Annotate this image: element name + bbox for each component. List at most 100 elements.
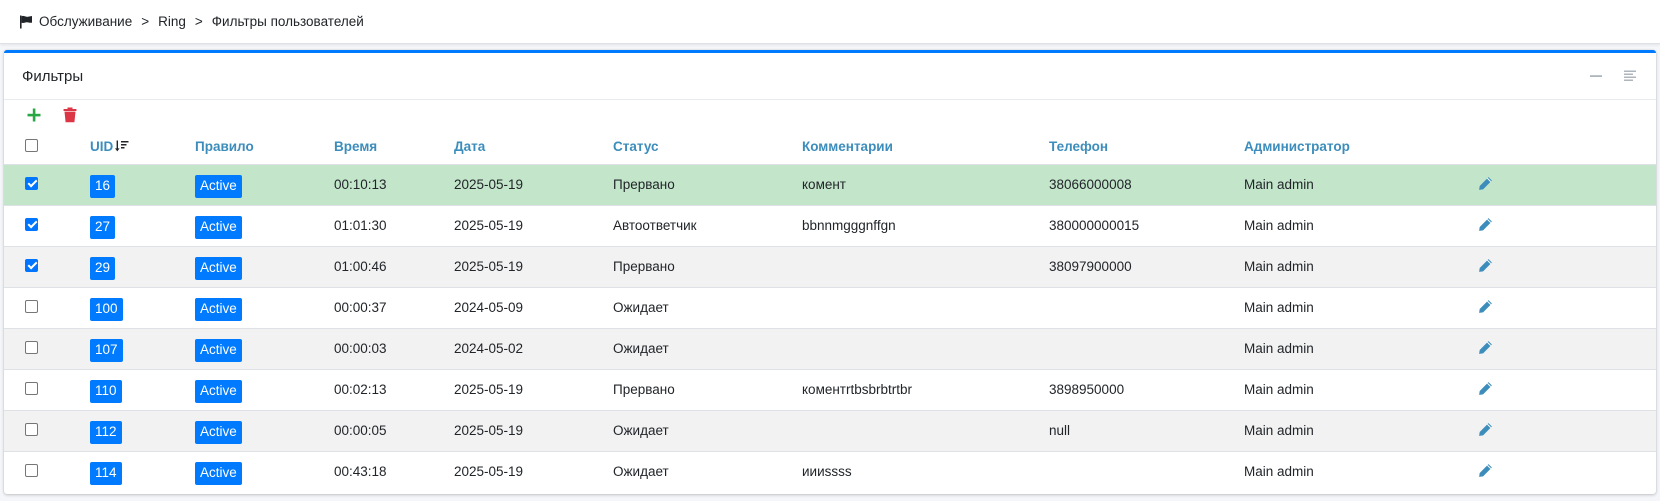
cell-phone: 38097900000 [1049, 259, 1132, 274]
cell-time: 00:00:05 [334, 423, 387, 438]
cell-admin: Main admin [1244, 259, 1314, 274]
pencil-icon[interactable] [1478, 381, 1494, 397]
row-checkbox[interactable] [25, 258, 38, 272]
cell-comment: bbnnmgggnffgn [802, 218, 896, 233]
cell-admin: Main admin [1244, 382, 1314, 397]
table-row[interactable]: 100 Active 00:00:37 2024-05-09 Ожидает Main a… [4, 286, 1656, 328]
rule-badge: Active [195, 216, 242, 239]
pencil-icon[interactable] [1478, 463, 1494, 479]
pencil-icon[interactable] [1478, 340, 1494, 356]
cell-phone: null [1049, 423, 1071, 438]
cell-time: 01:00:46 [334, 259, 387, 274]
uid-badge: 112 [90, 421, 122, 444]
cell-date: 2025-05-19 [454, 218, 524, 233]
cell-status: Ожидает [613, 300, 669, 315]
table-header-row: UID Правило Время Дата Статус Комментари… [4, 130, 1656, 164]
cell-date: 2025-05-19 [454, 259, 524, 274]
pencil-icon[interactable] [1478, 217, 1494, 233]
rule-badge: Active [195, 339, 242, 362]
card-header: Фильтры [4, 53, 1656, 100]
cell-comment: иииssss [802, 464, 852, 480]
cell-time: 00:00:03 [334, 341, 387, 356]
uid-badge: 114 [90, 462, 122, 486]
rule-badge: Active [195, 298, 242, 321]
breadcrumb-item-user-filters: Фильтры пользователей [211, 14, 364, 29]
table-row[interactable]: 27 Active 01:01:30 2025-05-19 Автоответчик bb… [4, 204, 1656, 246]
minus-icon[interactable] [1588, 68, 1604, 84]
cell-admin: Main admin [1244, 177, 1314, 192]
filters-table: UID Правило Время Дата Статус Комментари… [4, 130, 1656, 492]
row-checkbox[interactable] [25, 463, 38, 477]
column-header-administrator[interactable]: Администратор [1244, 130, 1475, 164]
cell-time: 01:01:30 [334, 218, 387, 233]
column-header-date[interactable]: Дата [454, 130, 613, 164]
cell-time: 00:10:13 [334, 177, 387, 192]
sort-desc-icon[interactable] [115, 140, 129, 155]
rule-badge: Active [195, 257, 242, 280]
pencil-icon[interactable] [1478, 422, 1494, 438]
row-checkbox[interactable] [25, 299, 38, 313]
row-checkbox[interactable] [25, 176, 38, 190]
column-header-comments[interactable]: Комментарии [802, 130, 1049, 164]
table-row[interactable]: 107 Active 00:00:03 2024-05-02 Ожидает Main a… [4, 327, 1656, 369]
trash-icon[interactable] [62, 106, 78, 124]
row-checkbox[interactable] [25, 381, 38, 395]
cell-admin: Main admin [1244, 300, 1314, 315]
breadcrumb: Обслуживание > Ring > Фильтры пользовате… [0, 0, 1660, 44]
cell-status: Прервано [613, 259, 675, 274]
table-row[interactable]: 16 Active 00:10:13 2025-05-19 Прервано комент… [4, 163, 1656, 205]
uid-badge: 100 [90, 298, 123, 321]
table-row[interactable]: 110 Active 00:02:13 2025-05-19 Прервано комен… [4, 368, 1656, 410]
rule-badge: Active [195, 421, 242, 444]
plus-icon[interactable] [26, 106, 42, 124]
breadcrumb-separator: > [141, 14, 150, 29]
breadcrumb-separator: > [194, 14, 203, 29]
column-header-status[interactable]: Статус [613, 130, 802, 164]
column-header-rule[interactable]: Правило [195, 130, 334, 164]
cell-status: Ожидает [613, 341, 669, 356]
cell-admin: Main admin [1244, 423, 1314, 438]
column-header-time[interactable]: Время [334, 130, 454, 164]
cell-phone: 3898950000 [1049, 382, 1125, 397]
row-checkbox[interactable] [25, 340, 38, 354]
breadcrumb-item-ring[interactable]: Ring [158, 14, 186, 29]
uid-badge: 27 [90, 216, 116, 239]
uid-badge: 110 [90, 380, 122, 403]
cell-status: Ожидает [613, 423, 669, 438]
pencil-icon[interactable] [1478, 176, 1494, 192]
row-checkbox[interactable] [25, 217, 38, 231]
uid-badge: 16 [90, 175, 116, 198]
breadcrumb-item-service[interactable]: Обслуживание [39, 14, 132, 29]
flag-icon [19, 14, 34, 29]
uid-badge: 107 [90, 339, 123, 362]
rule-badge: Active [195, 462, 242, 486]
cell-time: 00:02:13 [334, 382, 387, 397]
cell-time: 00:43:18 [334, 464, 387, 480]
cell-admin: Main admin [1244, 341, 1314, 356]
cell-admin: Main admin [1244, 464, 1314, 480]
cell-phone: 380000000015 [1049, 218, 1140, 233]
rule-badge: Active [195, 175, 242, 198]
card-tools [1588, 68, 1638, 84]
cell-date: 2025-05-19 [454, 423, 524, 438]
column-header-phone[interactable]: Телефон [1049, 130, 1244, 164]
cell-time: 00:00:37 [334, 300, 387, 315]
cell-phone: 38066000008 [1049, 177, 1132, 192]
cell-status: Автоответчик [613, 218, 697, 233]
cell-date: 2024-05-02 [454, 341, 524, 356]
cell-date: 2025-05-19 [454, 464, 524, 480]
filters-card: Фильтры UID Правило Время Дата Статус Ко… [4, 50, 1656, 494]
pencil-icon[interactable] [1478, 299, 1494, 315]
column-header-uid[interactable]: UID [90, 130, 195, 164]
cell-status: Прервано [613, 177, 675, 192]
table-row[interactable]: 29 Active 01:00:46 2025-05-19 Прервано 380979… [4, 245, 1656, 287]
row-checkbox[interactable] [25, 422, 38, 436]
cell-comment: коментrtbsbrbtrtbr [802, 382, 913, 397]
align-left-icon[interactable] [1622, 68, 1638, 84]
table-row[interactable]: 114 Active 00:43:18 2025-05-19 Ожидает иииsss… [4, 450, 1656, 492]
pencil-icon[interactable] [1478, 258, 1494, 274]
table-row[interactable]: 112 Active 00:00:05 2025-05-19 Ожидает null Ma… [4, 409, 1656, 451]
cell-date: 2025-05-19 [454, 177, 524, 192]
select-all-checkbox[interactable] [25, 138, 38, 152]
cell-date: 2024-05-09 [454, 300, 524, 315]
